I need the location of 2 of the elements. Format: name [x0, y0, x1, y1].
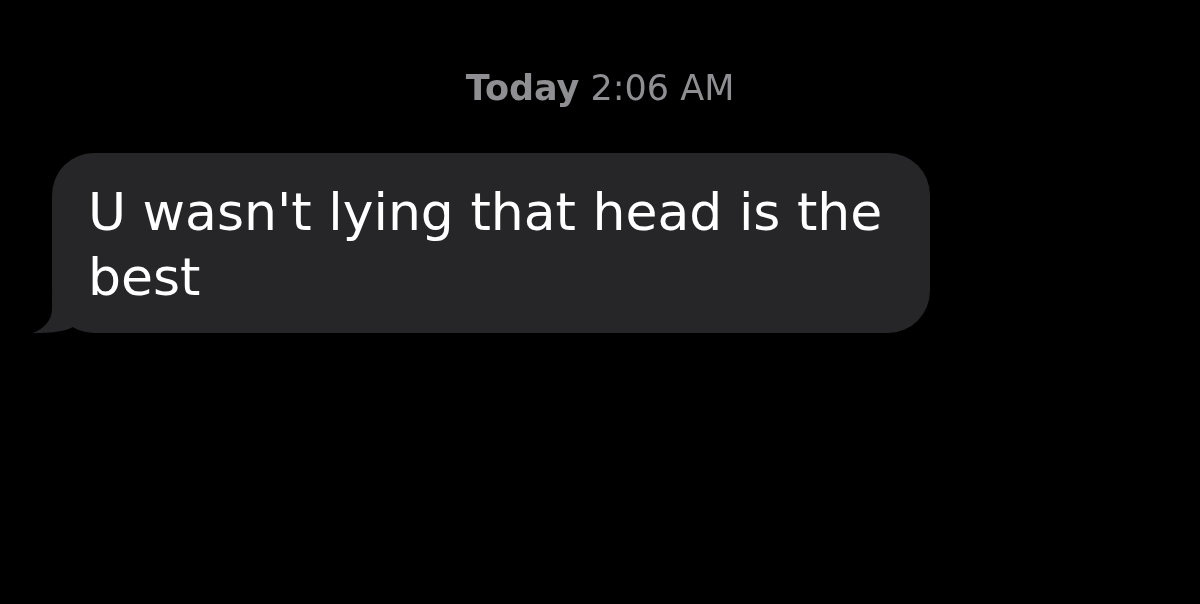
timestamp: Today 2:06 AM — [465, 67, 735, 109]
message-text: U wasn't lying that head is the best — [88, 181, 884, 309]
